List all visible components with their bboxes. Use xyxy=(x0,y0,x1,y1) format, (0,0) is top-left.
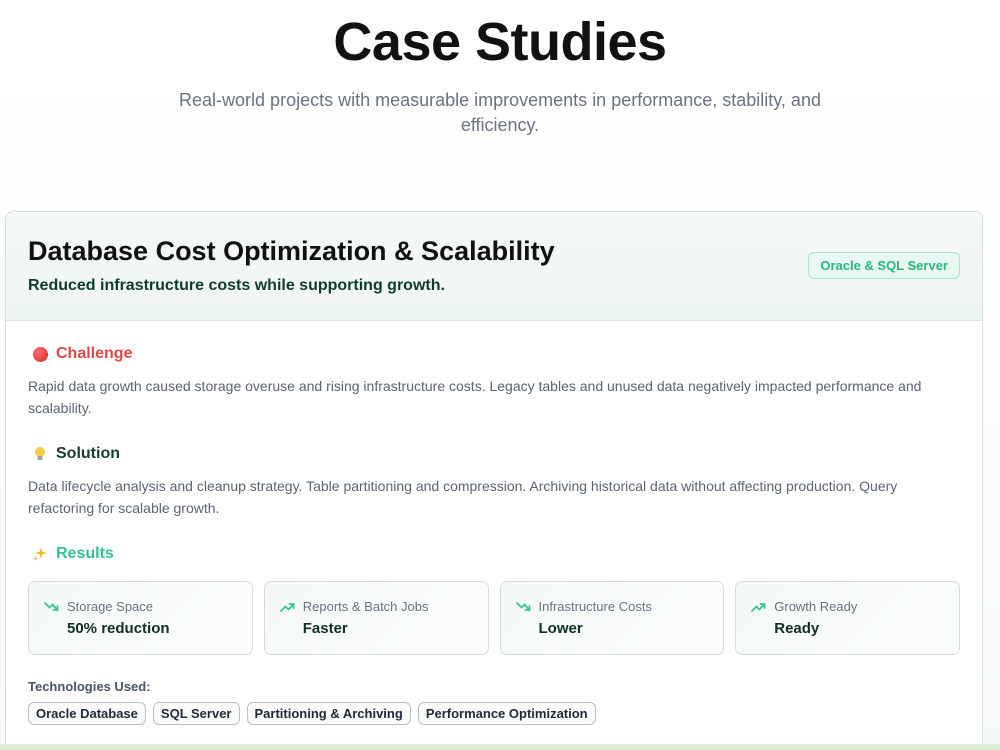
page-bottom-divider xyxy=(0,744,1000,750)
tech-tag-sql-server: SQL Server xyxy=(152,702,240,725)
solution-heading: Solution xyxy=(28,443,960,465)
tech-tag-partitioning-archiving: Partitioning & Archiving xyxy=(246,702,411,725)
metric-value: Ready xyxy=(774,620,820,637)
metric-value: Lower xyxy=(538,620,583,637)
technologies-list: Oracle Database SQL Server Partitioning … xyxy=(28,702,960,725)
challenge-label: Challenge xyxy=(56,345,133,362)
case-study-header: Database Cost Optimization & Scalability… xyxy=(6,212,982,321)
lightbulb-icon xyxy=(32,446,48,462)
metric-label: Reports & Batch Jobs xyxy=(302,599,429,614)
results-heading: Results xyxy=(28,543,960,565)
challenge-text: Rapid data growth caused storage overuse… xyxy=(28,378,922,416)
technologies-label: Technologies Used: xyxy=(28,679,151,694)
solution-label: Solution xyxy=(56,445,120,462)
trend-down-icon xyxy=(44,601,59,611)
page-subtitle: Real-world projects with measurable impr… xyxy=(179,90,821,135)
metric-card-growth-ready: Growth Ready Ready xyxy=(735,581,960,655)
case-study-card: Database Cost Optimization & Scalability… xyxy=(5,211,983,750)
metric-label: Storage Space xyxy=(67,599,154,614)
metric-card-reports-batch-jobs: Reports & Batch Jobs Faster xyxy=(263,581,489,655)
platform-badge: Oracle & SQL Server xyxy=(808,252,960,279)
case-study-body: Challenge Rapid data growth caused stora… xyxy=(6,321,982,725)
red-circle-icon xyxy=(32,346,48,362)
metric-label: Growth Ready xyxy=(774,599,858,614)
trend-up-icon xyxy=(751,602,766,612)
metric-label: Infrastructure Costs xyxy=(538,599,652,614)
case-study-tagline: Reduced infrastructure costs while suppo… xyxy=(28,277,445,294)
results-label: Results xyxy=(56,545,114,562)
metric-value: 50% reduction xyxy=(67,620,170,637)
metric-value: Faster xyxy=(302,620,348,637)
tech-tag-performance-optimization: Performance Optimization xyxy=(417,702,596,725)
metric-card-infrastructure-costs: Infrastructure Costs Lower xyxy=(499,581,725,655)
tech-tag-oracle-database: Oracle Database xyxy=(28,702,146,725)
page-title: Case Studies xyxy=(333,12,667,72)
trend-down-icon xyxy=(515,601,530,611)
results-metrics: Storage Space 50% reduction Reports & Ba… xyxy=(28,581,960,655)
hero-section: Case Studies Real-world projects with me… xyxy=(0,0,1000,138)
metric-card-storage-space: Storage Space 50% reduction xyxy=(28,581,253,655)
sparkles-icon xyxy=(32,546,48,562)
solution-text: Data lifecycle analysis and cleanup stra… xyxy=(28,478,898,516)
trend-up-icon xyxy=(279,602,295,612)
challenge-heading: Challenge xyxy=(28,343,960,365)
